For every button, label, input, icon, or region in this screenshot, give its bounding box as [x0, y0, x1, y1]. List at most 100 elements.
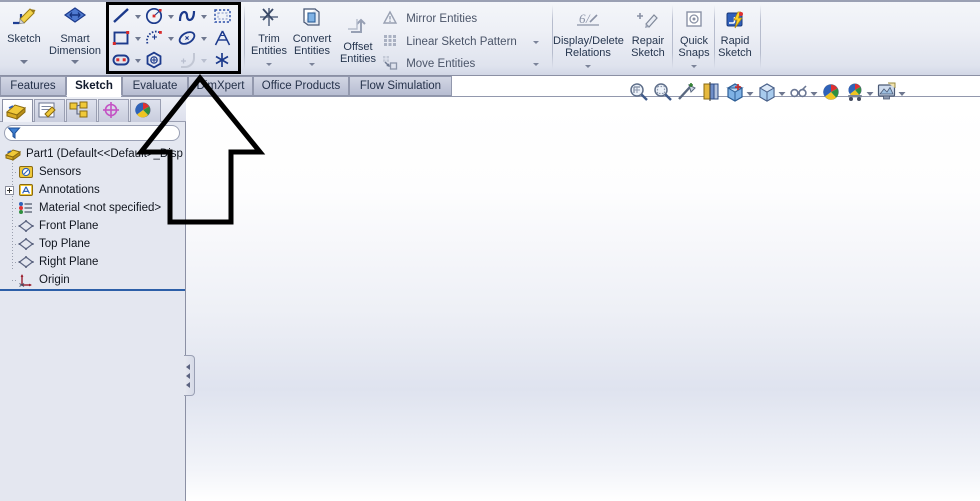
linear-sketch-pattern-dropdown[interactable]	[528, 35, 544, 47]
filter-funnel-icon[interactable]	[7, 126, 21, 143]
tree-item-material[interactable]: Material <not specified>	[0, 199, 186, 217]
tab-dimxpert[interactable]: DimXpert	[188, 76, 253, 96]
sketch-entities-highlight-box	[106, 2, 241, 74]
rapid-sketch-icon	[714, 10, 756, 33]
feature-tree-divider	[0, 289, 185, 291]
hide-show-items-icon[interactable]	[788, 81, 810, 103]
repair-sketch-label-2: Sketch	[631, 47, 665, 59]
zoom-to-fit-icon[interactable]	[628, 81, 650, 103]
panel-collapse-handle[interactable]	[184, 355, 195, 396]
convert-entities-dropdown[interactable]	[302, 57, 322, 69]
mirror-entities-icon	[382, 10, 398, 28]
display-style-icon[interactable]	[756, 81, 778, 103]
rapid-sketch-label-2: Sketch	[718, 47, 752, 59]
display-delete-relations-label-2: Relations	[565, 47, 611, 59]
mirror-entities-command[interactable]: Mirror Entities	[382, 10, 477, 28]
sketch-dropdown[interactable]	[14, 55, 34, 67]
repair-sketch-icon	[626, 10, 670, 33]
ribbon-separator	[760, 5, 761, 69]
chevron-down-icon	[20, 60, 28, 64]
quick-snaps-dropdown[interactable]	[684, 59, 704, 71]
feature-tree: Part1 (Default<<Default>_Disp Sensors An…	[0, 145, 186, 289]
view-orientation-dropdown[interactable]	[746, 89, 754, 97]
tab-features[interactable]: Features	[0, 76, 66, 96]
ribbon-separator	[672, 5, 673, 69]
chevron-down-icon	[691, 65, 697, 68]
tab-sketch[interactable]: Sketch	[66, 76, 122, 96]
tree-item-label: Right Plane	[39, 256, 99, 268]
tab-flow-simulation[interactable]: Flow Simulation	[349, 76, 452, 96]
linear-sketch-pattern-label: Linear Sketch Pattern	[406, 36, 517, 48]
tree-item-part1[interactable]: Part1 (Default<<Default>_Disp	[0, 145, 186, 163]
annotations-icon	[18, 183, 34, 197]
chevron-down-icon	[533, 41, 539, 44]
tree-item-right-plane[interactable]: Right Plane	[0, 253, 186, 271]
tree-item-label: Top Plane	[39, 238, 91, 250]
feature-manager-design-tree-tab[interactable]	[2, 99, 33, 122]
dimxpert-manager-tab[interactable]	[98, 99, 129, 122]
configuration-manager-tab[interactable]	[66, 99, 97, 122]
smart-dimension-button[interactable]: Smart Dimension	[48, 6, 102, 57]
rapid-sketch-label-1: Rapid	[720, 35, 750, 47]
chevron-down-icon	[71, 60, 79, 64]
chevron-down-icon	[585, 65, 591, 68]
chevron-down-icon	[533, 63, 539, 66]
tree-item-label: Origin	[39, 274, 70, 286]
offset-entities-label-1: Offset	[343, 41, 373, 53]
rapid-sketch-button[interactable]: Rapid Sketch	[714, 10, 756, 59]
tree-item-origin[interactable]: Origin	[0, 271, 186, 289]
move-entities-command[interactable]: Move Entities	[382, 55, 475, 73]
move-entities-icon	[382, 55, 398, 73]
display-delete-relations-icon: 6 /	[553, 10, 623, 33]
graphics-viewport[interactable]	[186, 103, 980, 501]
view-settings-icon[interactable]	[876, 81, 898, 103]
apply-scene-dropdown[interactable]	[866, 89, 874, 97]
chevron-left-icon	[186, 364, 190, 370]
trim-entities-label-2: Entities	[250, 45, 288, 57]
offset-entities-button[interactable]: Offset Entities	[336, 16, 380, 65]
move-entities-dropdown[interactable]	[528, 57, 544, 69]
display-delete-relations-dropdown[interactable]	[578, 59, 598, 71]
repair-sketch-button[interactable]: Repair Sketch	[626, 10, 670, 59]
quick-snaps-icon	[674, 10, 714, 33]
sketch-pencil-icon	[2, 6, 46, 31]
tab-evaluate[interactable]: Evaluate	[122, 76, 188, 96]
property-manager-tab[interactable]	[34, 99, 65, 122]
expand-plus-icon[interactable]	[5, 186, 14, 195]
tree-item-front-plane[interactable]: Front Plane	[0, 217, 186, 235]
tree-item-annotations[interactable]: Annotations	[0, 181, 186, 199]
smart-dimension-dropdown[interactable]	[65, 55, 85, 67]
plane-icon	[18, 219, 34, 233]
view-settings-dropdown[interactable]	[898, 89, 906, 97]
ribbon-toolbar: Sketch Smart Dimension Trim Entities Con…	[0, 0, 980, 76]
quick-snaps-label-2: Snaps	[678, 47, 710, 59]
display-delete-relations-button[interactable]: 6 / Display/Delete Relations	[553, 10, 624, 59]
linear-sketch-pattern-command[interactable]: Linear Sketch Pattern	[382, 33, 517, 51]
tree-item-sensors[interactable]: Sensors	[0, 163, 186, 181]
zoom-to-area-icon[interactable]	[652, 81, 674, 103]
convert-entities-button[interactable]: Convert Entities	[288, 6, 336, 57]
trim-entities-dropdown[interactable]	[259, 57, 279, 69]
sensors-icon	[18, 165, 34, 179]
sketch-button[interactable]: Sketch	[2, 6, 46, 45]
display-style-dropdown[interactable]	[778, 89, 786, 97]
chevron-left-icon	[186, 373, 190, 379]
hide-show-items-dropdown[interactable]	[810, 89, 818, 97]
offset-entities-label-2: Entities	[339, 53, 377, 65]
quick-snaps-button[interactable]: Quick Snaps	[674, 10, 714, 59]
tree-item-label: Sensors	[39, 166, 82, 178]
search-input[interactable]	[4, 125, 180, 141]
plane-icon	[18, 237, 34, 251]
section-view-icon[interactable]	[700, 81, 722, 103]
trim-entities-label-1: Trim	[258, 33, 280, 45]
apply-scene-icon[interactable]	[844, 81, 866, 103]
tree-item-top-plane[interactable]: Top Plane	[0, 235, 186, 253]
trim-entities-button[interactable]: Trim Entities	[246, 6, 292, 57]
display-manager-tab[interactable]	[130, 99, 161, 122]
edit-appearance-icon[interactable]	[820, 81, 842, 103]
previous-view-icon[interactable]	[676, 81, 698, 103]
convert-entities-icon	[288, 6, 336, 31]
smart-dimension-icon	[48, 6, 102, 31]
tab-office-products[interactable]: Office Products	[253, 76, 349, 96]
view-orientation-icon[interactable]	[724, 81, 746, 103]
